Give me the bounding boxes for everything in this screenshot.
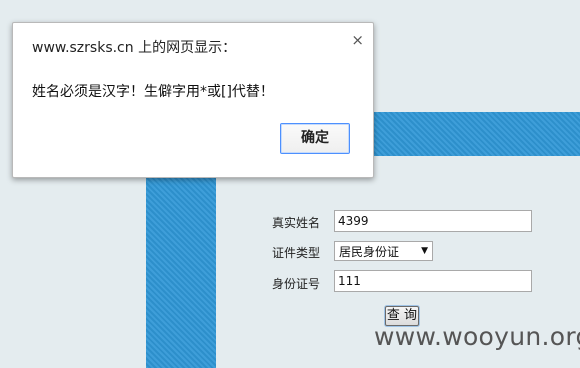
watermark: www.wooyun.org xyxy=(374,322,580,351)
name-label: 真实姓名 xyxy=(272,216,321,230)
ok-button[interactable]: 确定 xyxy=(280,123,350,154)
id-type-label: 证件类型 xyxy=(272,246,321,260)
id-number-input[interactable] xyxy=(334,270,532,292)
name-input[interactable] xyxy=(334,210,532,232)
alert-dialog: www.szrsks.cn 上的网页显示： × 姓名必须是汉字！生僻字用*或[]… xyxy=(12,22,374,178)
dialog-message: 姓名必须是汉字！生僻字用*或[]代替！ xyxy=(32,84,274,100)
close-icon[interactable]: × xyxy=(351,31,364,49)
id-type-selected: 居民身份证 xyxy=(339,244,400,259)
id-type-select[interactable]: 居民身份证 ▼ xyxy=(334,241,433,261)
decorative-banner-left xyxy=(146,156,216,368)
id-number-label: 身份证号 xyxy=(272,277,321,291)
dialog-title: www.szrsks.cn 上的网页显示： xyxy=(32,40,237,56)
chevron-down-icon: ▼ xyxy=(421,246,428,256)
